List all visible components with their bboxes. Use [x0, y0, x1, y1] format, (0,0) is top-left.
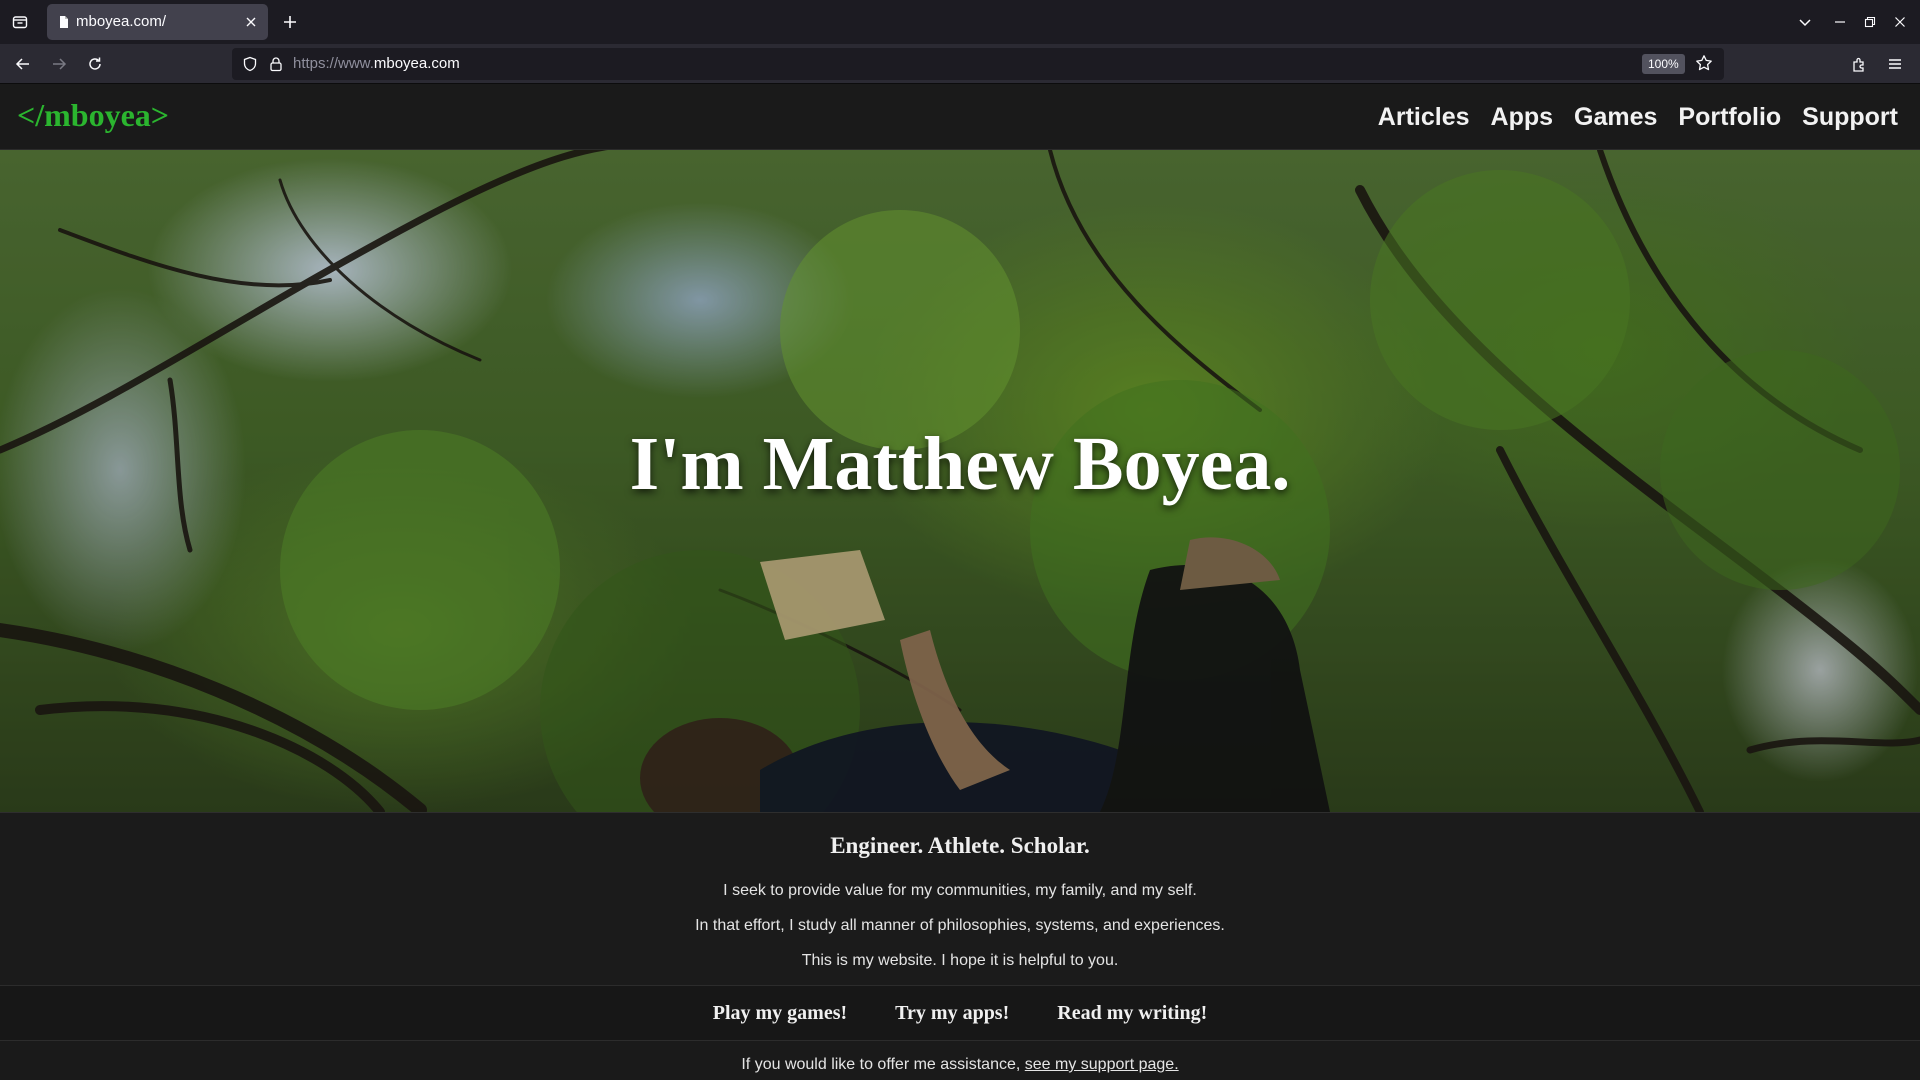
- reload-icon[interactable]: [83, 52, 107, 76]
- tab-title: mboyea.com/: [76, 13, 167, 30]
- url-text[interactable]: https://www.mboyea.com: [293, 55, 460, 72]
- back-arrow-icon[interactable]: [11, 52, 35, 76]
- shield-icon[interactable]: [242, 56, 258, 77]
- nav-articles[interactable]: Articles: [1378, 103, 1470, 132]
- close-icon[interactable]: [242, 13, 260, 31]
- hero-title: I'm Matthew Boyea.: [629, 421, 1291, 506]
- read-writing-link[interactable]: Read my writing!: [1057, 1002, 1207, 1025]
- play-games-link[interactable]: Play my games!: [713, 1002, 847, 1025]
- cta-bar: Play my games! Try my apps! Read my writ…: [0, 985, 1920, 1041]
- nav-apps[interactable]: Apps: [1491, 103, 1554, 132]
- zoom-level-badge[interactable]: 100%: [1642, 54, 1685, 74]
- browser-tab[interactable]: mboyea.com/: [47, 4, 268, 40]
- intro-line-2: In that effort, I study all manner of ph…: [695, 917, 1225, 934]
- support-line: If you would like to offer me assistance…: [0, 1056, 1920, 1074]
- page-icon: [57, 15, 71, 29]
- minimize-icon[interactable]: [1829, 11, 1851, 33]
- support-page-link[interactable]: see my support page.: [1025, 1056, 1179, 1073]
- site-header: </mboyea> Articles Apps Games Portfolio …: [0, 84, 1920, 150]
- forward-arrow-icon[interactable]: [47, 52, 71, 76]
- url-scheme: https://www.: [293, 55, 374, 72]
- star-icon[interactable]: [1695, 54, 1713, 77]
- restore-icon[interactable]: [1859, 11, 1881, 33]
- try-apps-link[interactable]: Try my apps!: [895, 1002, 1009, 1025]
- hamburger-menu-icon[interactable]: [1883, 52, 1907, 76]
- url-host: mboyea.com: [373, 55, 460, 72]
- intro-section: Engineer. Athlete. Scholar. I seek to pr…: [0, 812, 1920, 985]
- extensions-icon[interactable]: [1847, 52, 1871, 76]
- nav-support[interactable]: Support: [1802, 103, 1898, 132]
- support-text: If you would like to offer me assistance…: [741, 1056, 1025, 1073]
- chevron-down-icon[interactable]: [1794, 11, 1816, 33]
- tab-list-icon[interactable]: [9, 11, 31, 33]
- nav-games[interactable]: Games: [1574, 103, 1657, 132]
- browser-tab-strip: mboyea.com/: [0, 0, 1920, 44]
- site-logo[interactable]: </mboyea>: [17, 97, 169, 134]
- intro-line-3: This is my website. I hope it is helpful…: [801, 952, 1119, 969]
- plus-icon[interactable]: [279, 11, 301, 33]
- browser-toolbar: https://www.mboyea.com 100%: [0, 44, 1920, 84]
- lock-icon[interactable]: [268, 56, 284, 77]
- url-bar[interactable]: https://www.mboyea.com 100%: [232, 48, 1724, 80]
- main-nav: Articles Apps Games Portfolio Support: [1378, 103, 1898, 132]
- intro-line-1: I seek to provide value for my communiti…: [723, 882, 1197, 899]
- intro-heading: Engineer. Athlete. Scholar.: [830, 833, 1090, 858]
- close-window-icon[interactable]: [1889, 11, 1911, 33]
- hero-banner: I'm Matthew Boyea.: [0, 150, 1920, 812]
- nav-portfolio[interactable]: Portfolio: [1678, 103, 1781, 132]
